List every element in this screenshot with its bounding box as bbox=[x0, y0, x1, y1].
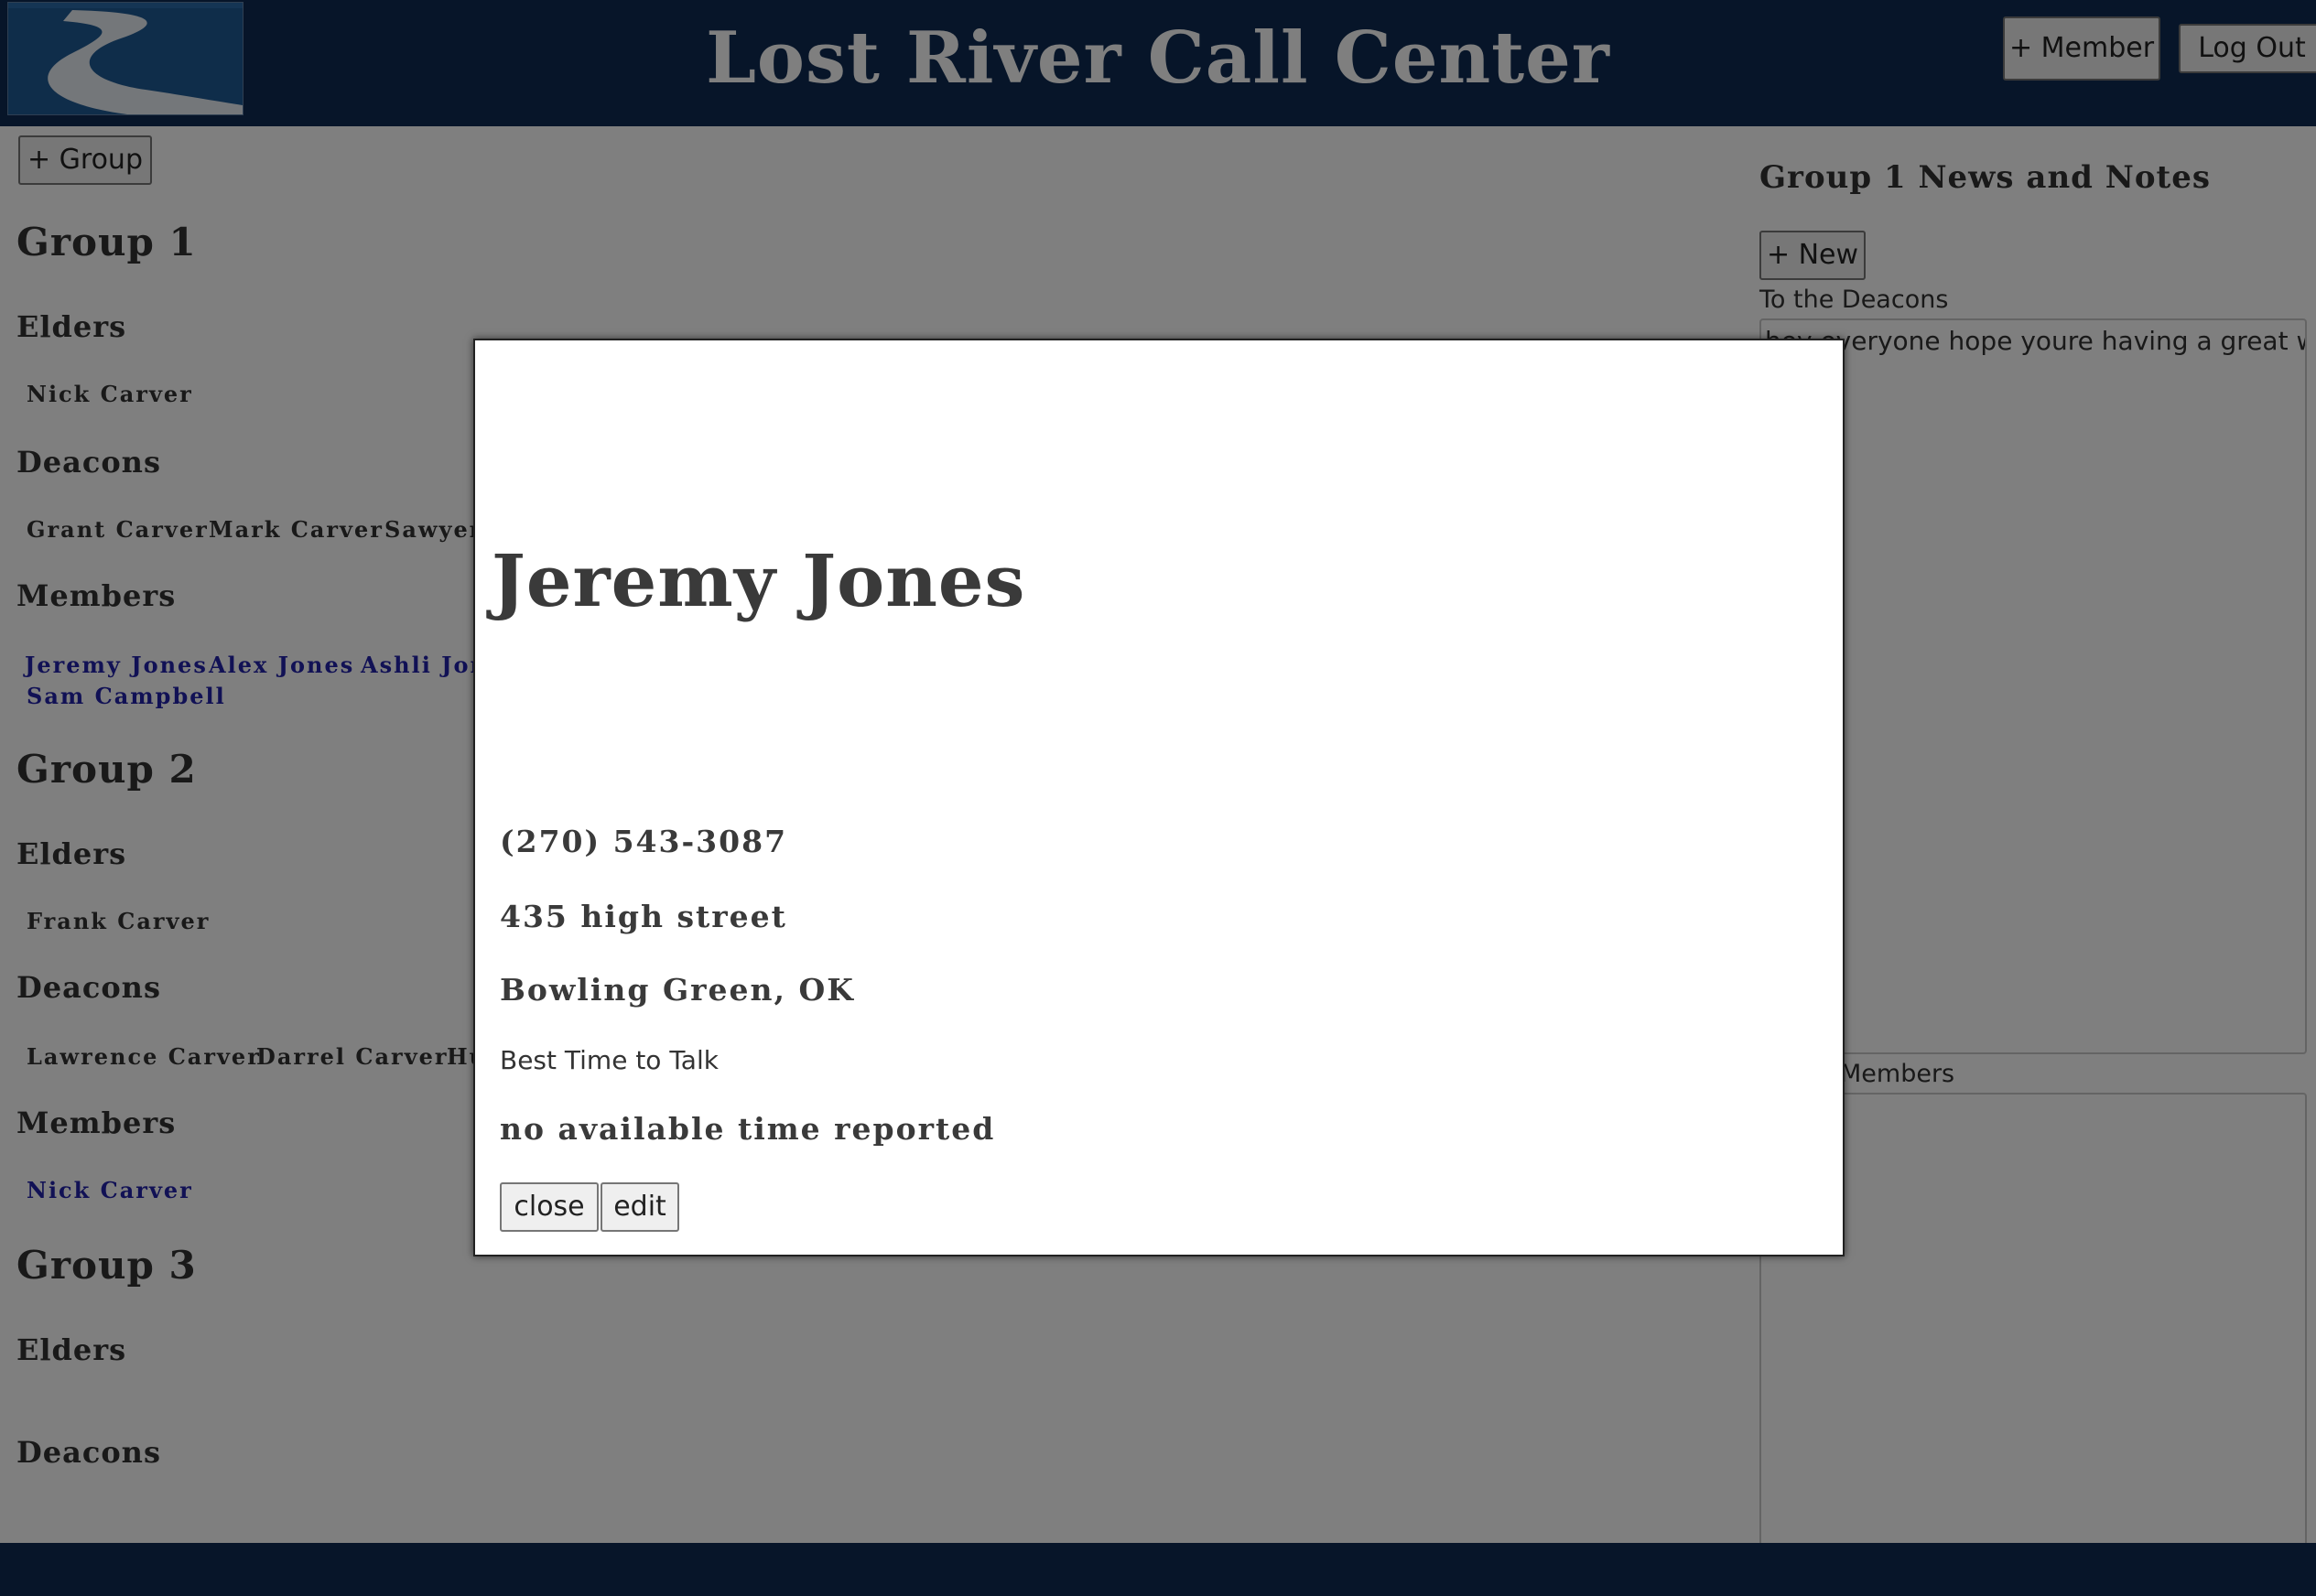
edit-button[interactable]: edit bbox=[601, 1182, 679, 1232]
best-time-value: no available time reported bbox=[500, 1111, 996, 1147]
member-phone: (270) 543-3087 bbox=[500, 824, 788, 859]
best-time-label: Best Time to Talk bbox=[500, 1045, 719, 1075]
member-city: Bowling Green, OK bbox=[500, 972, 855, 1008]
member-street: 435 high street bbox=[500, 899, 787, 934]
member-detail-modal: Jeremy Jones (270) 543-3087 435 high str… bbox=[473, 339, 1845, 1256]
close-button[interactable]: close bbox=[500, 1182, 599, 1232]
member-name: Jeremy Jones bbox=[492, 540, 1026, 623]
